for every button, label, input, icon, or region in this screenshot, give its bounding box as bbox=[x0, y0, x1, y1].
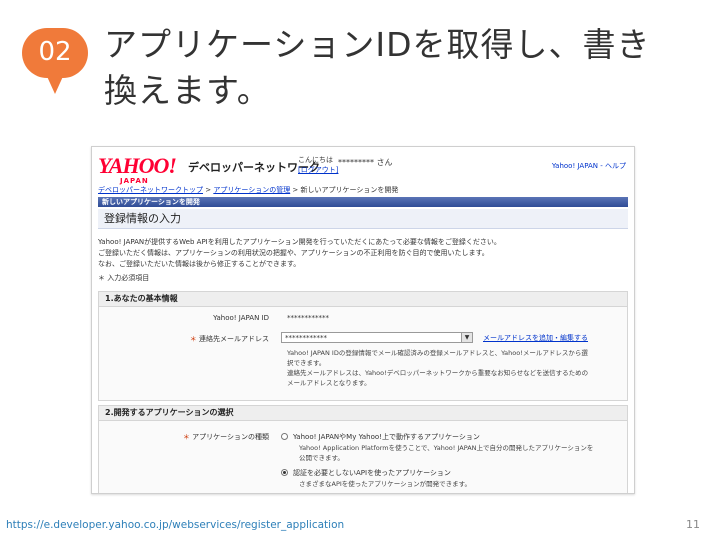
intro-text: Yahoo! JAPANが提供するWeb APIを利用したアプリケーション開発を… bbox=[98, 237, 628, 270]
greeting: こんにちは [ログアウト] bbox=[298, 155, 338, 175]
option2-note: さまざまなAPIを使ったアプリケーションが開発できます。 bbox=[299, 480, 472, 488]
breadcrumb-link-top[interactable]: デベロッパーネットワークトップ bbox=[98, 186, 203, 194]
panel-header: 2.開発するアプリケーションの選択 bbox=[99, 406, 627, 421]
breadcrumb: デベロッパーネットワークトップ > アプリケーションの管理 > 新しいアプリケー… bbox=[98, 185, 398, 195]
intro-line: Yahoo! JAPANが提供するWeb APIを利用したアプリケーション開発を… bbox=[98, 238, 501, 246]
email-label-text: 連絡先メールアドレス bbox=[199, 335, 269, 343]
required-mark: ＊ bbox=[189, 335, 197, 343]
breadcrumb-sep: > bbox=[290, 186, 301, 194]
option-yahoo-platform-app[interactable]: Yahoo! JAPANやMy Yahoo!上で動作するアプリケーション bbox=[293, 432, 480, 442]
panel-header: 1.あなたの基本情報 bbox=[99, 292, 627, 307]
radio-yahoo-platform-app[interactable] bbox=[281, 433, 288, 440]
intro-line: なお、ご登録いただいた情報は後から修正することができます。 bbox=[98, 260, 301, 268]
yahoo-id-label: Yahoo! JAPAN ID bbox=[213, 314, 269, 322]
user-name-value: ********* bbox=[338, 158, 374, 167]
note-line: 連絡先メールアドレスは、Yahoo!デベロッパーネットワークから重要なお知らせな… bbox=[287, 369, 589, 377]
yahoo-id-value: ************ bbox=[287, 314, 329, 322]
note-line: Yahoo! JAPAN IDの登録情報でメール確認済みの登録メールアドレスと、… bbox=[287, 349, 588, 357]
app-type-label-text: アプリケーションの種類 bbox=[192, 433, 269, 441]
user-name: ********* さん bbox=[338, 157, 393, 168]
slide-title-line1: アプリケーションIDを取得し、書き bbox=[104, 25, 651, 64]
user-suffix: さん bbox=[376, 158, 393, 167]
webpage-screenshot: YAHOO! JAPAN デベロッパーネットワーク こんにちは [ログアウト] … bbox=[91, 146, 635, 494]
breadcrumb-current: 新しいアプリケーションを開発 bbox=[300, 186, 399, 194]
chevron-down-icon[interactable]: ▼ bbox=[461, 333, 472, 342]
edit-email-link[interactable]: メールアドレスを追加・編集する bbox=[483, 333, 588, 343]
app-type-label: ＊ アプリケーションの種類 bbox=[139, 432, 269, 442]
app-type-panel: 2.開発するアプリケーションの選択 ＊ アプリケーションの種類 Yahoo! J… bbox=[98, 405, 628, 493]
logout-link[interactable]: [ログアウト] bbox=[298, 166, 338, 174]
slide-title-line2: 換えます。 bbox=[104, 71, 271, 110]
source-url[interactable]: https://e.developer.yahoo.co.jp/webservi… bbox=[6, 519, 344, 531]
page-header-bar: 新しいアプリケーションを開発 bbox=[98, 197, 628, 207]
option1-note: Yahoo! Application Platformを使うことで、Yahoo!… bbox=[299, 443, 619, 463]
radio-no-auth-api-app[interactable] bbox=[281, 469, 288, 476]
email-select[interactable]: ************ ▼ bbox=[281, 332, 473, 343]
top-links[interactable]: Yahoo! JAPAN - ヘルプ bbox=[552, 161, 626, 171]
intro-line: ご登録いただく情報は、アプリケーションの利用状況の把握や、アプリケーションの不正… bbox=[98, 249, 489, 257]
option-no-auth-api-app[interactable]: 認証を必要としないAPIを使ったアプリケーション bbox=[293, 468, 451, 478]
note-line: 択できます。 bbox=[287, 359, 326, 367]
required-mark: ＊ bbox=[182, 433, 190, 441]
email-select-value: ************ bbox=[285, 334, 327, 342]
breadcrumb-sep: > bbox=[203, 186, 214, 194]
section-title: 登録情報の入力 bbox=[98, 209, 628, 229]
yahoo-logo-sub: JAPAN bbox=[120, 177, 149, 185]
slide-number: 02 bbox=[38, 37, 72, 67]
breadcrumb-link-manage[interactable]: アプリケーションの管理 bbox=[213, 186, 290, 194]
note-line: メールアドレスとなります。 bbox=[287, 379, 371, 387]
required-note: ＊ 入力必須項目 bbox=[98, 274, 150, 282]
slide-number-badge: 02 bbox=[22, 28, 88, 94]
slide-title: アプリケーションIDを取得し、書き 換えます。 bbox=[104, 22, 704, 114]
basic-info-panel: 1.あなたの基本情報 Yahoo! JAPAN ID ************ … bbox=[98, 291, 628, 401]
note-line: 公開できます。 bbox=[299, 454, 344, 462]
yahoo-logo[interactable]: YAHOO! bbox=[98, 153, 177, 179]
email-note: Yahoo! JAPAN IDの登録情報でメール確認済みの登録メールアドレスと、… bbox=[287, 348, 617, 388]
greeting-prefix: こんにちは bbox=[298, 156, 333, 164]
email-label: ＊ 連絡先メールアドレス bbox=[159, 334, 269, 344]
note-line: Yahoo! Application Platformを使うことで、Yahoo!… bbox=[299, 444, 594, 452]
badge-pointer bbox=[45, 72, 65, 94]
page-number: 11 bbox=[686, 518, 700, 531]
